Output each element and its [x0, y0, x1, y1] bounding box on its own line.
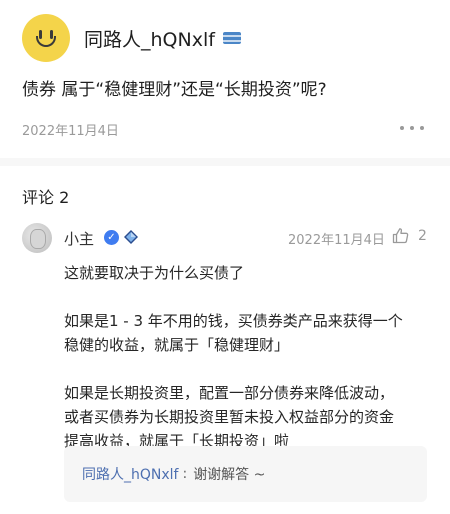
commenter-avatar[interactable] — [22, 223, 52, 253]
like-button[interactable]: 2 — [392, 227, 427, 244]
smiley-avatar-icon[interactable] — [22, 14, 70, 62]
comment-body: 这就要取决于为什么买债了 如果是1 - 3 年不用的钱，买债券类产品来获得一个 … — [64, 261, 434, 453]
reply-text: 谢谢解答 ~ — [193, 467, 266, 483]
more-dot-icon — [410, 126, 414, 130]
comment-author-name[interactable]: 小主 — [64, 228, 94, 249]
reply-separator: : — [182, 466, 188, 482]
post-header: 同路人_hQNxlf — [22, 14, 241, 62]
like-count: 2 — [418, 227, 427, 244]
comment-date: 2022年11月4日 — [288, 233, 385, 248]
more-dot-icon — [400, 126, 404, 130]
comment-line: 如果是长期投资里，配置一部分债券来降低波动， — [64, 384, 395, 402]
section-divider — [0, 158, 450, 166]
verified-check-icon: ✓ — [104, 230, 119, 245]
thumb-up-icon — [392, 228, 409, 244]
more-dot-icon — [420, 126, 424, 130]
post-date: 2022年11月4日 — [22, 124, 119, 139]
comment-line: 或者买债券为长期投资里暂未投入权益部分的资金 — [64, 408, 395, 426]
more-options-button[interactable] — [400, 120, 424, 136]
post-title: 债券 属于“稳健理财”还是“长期投资”呢? — [22, 80, 327, 100]
comment-line: 这就要取决于为什么买债了 — [64, 264, 245, 282]
stripe-badge-icon — [222, 32, 241, 44]
avatar-mouth — [36, 36, 56, 47]
comment-line: 稳健的收益，就属于「稳健理财」 — [64, 336, 290, 354]
reply-preview[interactable]: 同路人_hQNxlf : 谢谢解答 ~ — [64, 446, 427, 502]
comments-title: 评论 2 — [22, 188, 70, 207]
diamond-icon — [124, 230, 138, 244]
reply-author-name[interactable]: 同路人_hQNxlf — [82, 464, 178, 484]
comment-line: 如果是1 - 3 年不用的钱，买债券类产品来获得一个 — [64, 312, 403, 330]
post-author-name[interactable]: 同路人_hQNxlf — [84, 25, 215, 52]
